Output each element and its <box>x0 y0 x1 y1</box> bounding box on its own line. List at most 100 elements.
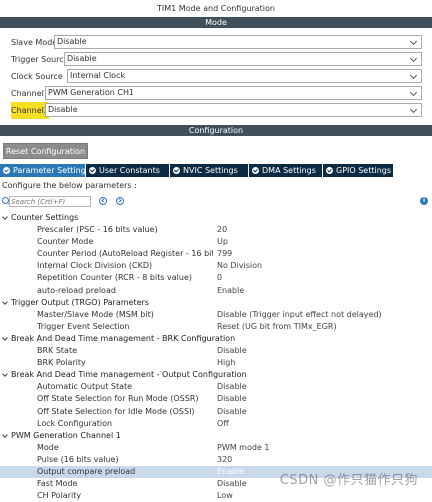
slave-mode-label: Slave Mode <box>11 38 58 47</box>
param-row[interactable]: Mode PWM mode 1 <box>0 442 432 454</box>
param-name: Output compare preload <box>37 466 136 476</box>
param-group-row[interactable]: Counter Settings <box>0 212 432 224</box>
param-group-row[interactable]: Break And Dead Time management - BRK Con… <box>0 333 432 345</box>
param-row[interactable]: auto-reload preload Enable <box>0 285 432 297</box>
reset-configuration-button[interactable]: Reset Configuration <box>3 143 88 159</box>
channel2-select[interactable]: Disable <box>45 103 422 117</box>
param-value[interactable]: Disable <box>217 478 247 490</box>
param-name: Internal Clock Division (CKD) <box>37 261 153 271</box>
param-row[interactable]: Internal Clock Division (CKD) No Division <box>0 260 432 272</box>
param-name: Repetition Counter (RCR - 8 bits value) <box>37 273 193 283</box>
param-name: Pulse (16 bits value) <box>37 454 119 464</box>
next-result-icon[interactable] <box>116 197 124 205</box>
channel1-value: PWM Generation CH1 <box>48 88 135 97</box>
tab-label: User Constants <box>99 166 160 175</box>
param-value[interactable]: 799 <box>217 248 232 260</box>
tab-dma-settings[interactable]: DMA Settings <box>249 164 323 177</box>
param-value[interactable]: Disable (Trigger input effect not delaye… <box>217 309 382 321</box>
slave-mode-value: Disable <box>57 37 87 46</box>
param-value[interactable]: 20 <box>217 224 227 236</box>
tab-label: GPIO Settings <box>336 166 392 175</box>
tab-label: NVIC Settings <box>183 166 238 175</box>
param-value[interactable]: Reset (UG bit from TIMx_EGR) <box>217 321 337 333</box>
param-group-row[interactable]: Break And Dead Time management - Output … <box>0 369 432 381</box>
param-row[interactable]: Trigger Event Selection Reset (UG bit fro… <box>0 321 432 333</box>
param-group-row[interactable]: Trigger Output (TRGO) Parameters <box>0 297 432 309</box>
trigger-source-label: Trigger Source <box>11 55 69 64</box>
param-value[interactable]: No Division <box>217 260 262 272</box>
param-name: Off State Selection for Idle Mode (OSSI) <box>37 406 195 416</box>
trigger-source-select[interactable]: Disable <box>64 52 422 66</box>
param-row[interactable]: Off State Selection for Idle Mode (OSSI)… <box>0 406 432 418</box>
param-row[interactable]: Off State Selection for Run Mode (OSSR) D… <box>0 393 432 405</box>
chevron-down-icon <box>410 87 418 99</box>
channel2-label: Channel2 <box>11 102 49 119</box>
chevron-down-icon[interactable] <box>2 431 8 438</box>
param-row[interactable]: Automatic Output State Disable <box>0 381 432 393</box>
param-row[interactable]: Master/Slave Mode (MSM bit) Disable (Trig… <box>0 309 432 321</box>
param-name: Automatic Output State <box>37 382 133 392</box>
tab-parameter-settings[interactable]: Parameter Settings <box>0 164 90 177</box>
param-value[interactable]: 0 <box>217 272 222 284</box>
chevron-down-icon[interactable] <box>2 298 8 305</box>
param-value[interactable]: Up <box>217 236 228 248</box>
param-name: Master/Slave Mode (MSM bit) <box>37 309 154 319</box>
param-row[interactable]: Lock Configuration Off <box>0 418 432 430</box>
param-value[interactable]: Enable <box>217 466 244 478</box>
check-circle-icon <box>3 167 10 174</box>
tab-label: DMA Settings <box>262 166 316 175</box>
param-value[interactable]: Off <box>217 418 229 430</box>
param-value[interactable]: PWM mode 1 <box>217 442 270 454</box>
tab-user-constants[interactable]: User Constants <box>86 164 170 177</box>
channel1-select[interactable]: PWM Generation CH1 <box>45 86 422 100</box>
search-input[interactable] <box>9 196 91 207</box>
param-row[interactable]: Prescaler (PSC - 16 bits value) 20 <box>0 224 432 236</box>
param-value[interactable]: 320 <box>217 454 232 466</box>
param-name: Off State Selection for Run Mode (OSSR) <box>37 394 199 404</box>
param-group-row[interactable]: PWM Generation Channel 1 <box>0 430 432 442</box>
info-icon[interactable]: i <box>420 197 428 205</box>
configure-instructions: Configure the below parameters : <box>2 181 137 190</box>
chevron-down-icon[interactable] <box>2 335 8 341</box>
param-value[interactable]: Disable <box>217 381 247 393</box>
configuration-header: Configuration <box>0 125 432 136</box>
param-row[interactable]: BRK Polarity High <box>0 357 432 369</box>
trigger-source-row: Trigger Source Disable <box>0 51 432 68</box>
param-name: Prescaler (PSC - 16 bits value) <box>37 225 158 235</box>
param-value[interactable]: Low <box>217 490 233 502</box>
clock-source-value: Internal Clock <box>70 71 126 80</box>
param-value[interactable]: Disable <box>217 393 247 405</box>
param-row[interactable]: Pulse (16 bits value) 320 <box>0 454 432 466</box>
param-name: BRK State <box>37 346 78 356</box>
param-value[interactable]: Disable <box>217 345 247 357</box>
param-row[interactable]: CH Polarity Low <box>0 490 432 502</box>
check-circle-icon <box>89 167 96 174</box>
tab-nvic-settings[interactable]: NVIC Settings <box>170 164 249 177</box>
previous-result-icon[interactable] <box>99 197 107 205</box>
param-value[interactable]: High <box>217 357 235 369</box>
param-name: Trigger Event Selection <box>37 321 130 331</box>
search-icon[interactable] <box>2 197 9 204</box>
param-row[interactable]: Counter Mode Up <box>0 236 432 248</box>
clock-source-select[interactable]: Internal Clock <box>67 69 422 83</box>
param-value[interactable]: Disable <box>217 406 247 418</box>
param-group-label: Trigger Output (TRGO) Parameters <box>11 297 149 307</box>
slave-mode-select[interactable]: Disable <box>54 35 422 49</box>
chevron-down-icon[interactable] <box>2 371 8 378</box>
trigger-source-value: Disable <box>67 54 97 63</box>
param-name: BRK Polarity <box>37 358 86 368</box>
tab-gpio-settings[interactable]: GPIO Settings <box>323 164 394 177</box>
param-name: Counter Period (AutoReload Register - 16… <box>37 249 213 259</box>
channel2-value: Disable <box>48 105 78 114</box>
param-row[interactable]: Repetition Counter (RCR - 8 bits value) 0 <box>0 272 432 284</box>
param-value[interactable]: Enable <box>217 285 244 297</box>
param-row[interactable]: Counter Period (AutoReload Register - 16… <box>0 248 432 260</box>
check-circle-icon <box>252 167 259 174</box>
param-name: Counter Mode <box>37 237 94 247</box>
search-row: i <box>0 196 432 208</box>
chevron-down-icon[interactable] <box>2 214 8 220</box>
mode-header: Mode <box>0 17 432 28</box>
param-name: Fast Mode <box>37 479 78 489</box>
tab-label: Parameter Settings <box>13 166 90 175</box>
param-row[interactable]: BRK State Disable <box>0 345 432 357</box>
